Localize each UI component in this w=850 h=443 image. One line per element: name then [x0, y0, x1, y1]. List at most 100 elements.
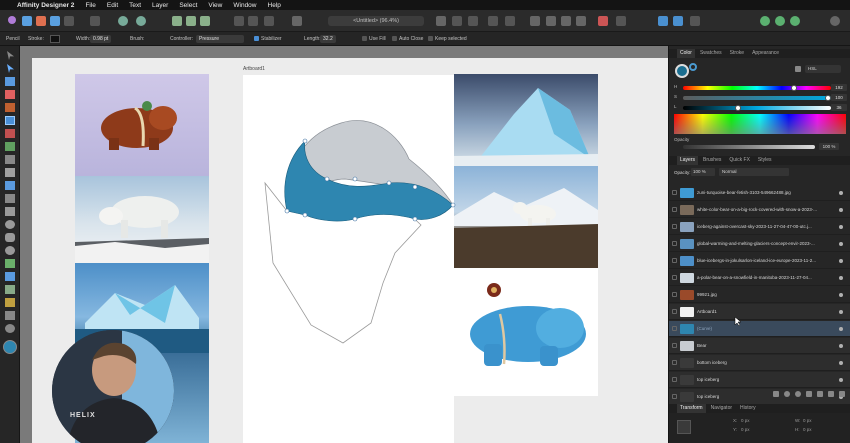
arrange-front-icon[interactable] [248, 16, 258, 26]
layer-checkbox[interactable] [672, 377, 677, 382]
layer-checkbox[interactable] [672, 258, 677, 263]
delete-layer-icon[interactable] [839, 391, 845, 397]
layer-row[interactable]: global-warming-and-melting-glaciers-conc… [669, 236, 850, 252]
place-image-tool-icon[interactable] [5, 168, 15, 177]
tab-color[interactable]: Color [677, 49, 695, 58]
layer-visibility-dot[interactable] [839, 276, 843, 280]
layer-checkbox[interactable] [672, 326, 677, 331]
move-tool-icon[interactable] [7, 51, 14, 60]
h-value[interactable]: 0 px [803, 427, 812, 432]
layer-visibility-dot[interactable] [839, 191, 843, 195]
controller-select[interactable]: Pressure [196, 35, 244, 43]
photo-polar-bear-snow[interactable] [75, 176, 209, 263]
layer-checkbox[interactable] [672, 292, 677, 297]
stroke-color-swatch[interactable] [50, 35, 60, 43]
quick-color-icon[interactable] [775, 16, 785, 26]
divide-icon[interactable] [598, 16, 608, 26]
layer-row[interactable]: iceberg-against-overcast-sky-2023-11-27-… [669, 219, 850, 235]
menu-app-name[interactable]: Affinity Designer 2 [17, 2, 74, 9]
align-right-icon[interactable] [200, 16, 210, 26]
rotate-left-icon[interactable] [452, 16, 462, 26]
x-value[interactable]: 0 px [741, 418, 750, 423]
mask-icon[interactable] [784, 391, 790, 397]
layer-row[interactable]: white-color-bear-on-a-big-rock-covered-w… [669, 202, 850, 218]
layer-row[interactable]: zuni-turquoise-bear-fetish-3103-54966248… [669, 185, 850, 201]
tab-history[interactable]: History [737, 404, 759, 413]
anchor-selector[interactable] [677, 420, 691, 434]
fx-icon[interactable] [806, 391, 812, 397]
layer-checkbox[interactable] [672, 190, 677, 195]
tab-swatches[interactable]: Swatches [697, 49, 725, 58]
layer-checkbox[interactable] [672, 309, 677, 314]
node-tool-icon[interactable] [7, 64, 14, 73]
y-value[interactable]: 0 px [741, 427, 750, 432]
fill-color-swatch[interactable] [3, 340, 17, 354]
layer-visibility-dot[interactable] [839, 327, 843, 331]
affinity-suite-icon[interactable] [8, 16, 16, 24]
rectangle-tool-icon[interactable] [5, 207, 15, 216]
snapping-options-icon[interactable] [136, 16, 146, 26]
saturation-value[interactable]: 100 [831, 94, 847, 101]
w-value[interactable]: 0 px [803, 418, 812, 423]
layer-checkbox[interactable] [672, 207, 677, 212]
rounded-rectangle-tool-icon[interactable] [5, 233, 15, 242]
stabilizer-checkbox[interactable] [254, 36, 259, 42]
layer-visibility-dot[interactable] [839, 242, 843, 246]
xor-icon[interactable] [576, 16, 586, 26]
hue-value[interactable]: 192 [831, 84, 847, 91]
align-left-icon[interactable] [172, 16, 182, 26]
layer-visibility-dot[interactable] [839, 259, 843, 263]
use-fill-toggle[interactable]: Use Fill [362, 36, 386, 42]
intersect-icon[interactable] [561, 16, 571, 26]
text-tool-icon[interactable] [5, 259, 15, 268]
layer-visibility-dot[interactable] [839, 344, 843, 348]
menu-view[interactable]: View [208, 2, 222, 9]
tab-layers[interactable]: Layers [677, 156, 699, 165]
frame-text-tool-icon[interactable] [5, 272, 15, 281]
document-tab[interactable]: <Untitled> (96.4%) [328, 16, 424, 26]
layer-opacity-value[interactable]: 100 % [691, 168, 715, 176]
color-spectrum[interactable] [674, 114, 846, 134]
user-icon[interactable] [830, 16, 840, 26]
layer-row[interactable]: Artboard1 [669, 304, 850, 320]
photo-red-bear-fetish[interactable] [75, 74, 209, 176]
menu-edit[interactable]: Edit [107, 2, 118, 9]
layer-row[interactable]: blue-icebergs-in-jokulsarlon-iceland-ice… [669, 253, 850, 269]
artboard-tool-icon[interactable] [5, 77, 15, 86]
layer-row[interactable]: top iceberg [669, 372, 850, 388]
color-mode-select[interactable]: HSL [805, 65, 841, 73]
share-icon[interactable] [90, 16, 100, 26]
layer-checkbox[interactable] [672, 360, 677, 365]
table-tool-icon[interactable] [5, 285, 15, 294]
tab-quick-fx[interactable]: Quick FX [726, 156, 753, 165]
stroke-color-well[interactable] [689, 63, 697, 71]
slice-tool-icon[interactable] [5, 298, 15, 307]
zoom-tool-icon[interactable] [5, 324, 15, 333]
keep-selected-toggle[interactable]: Keep selected [428, 36, 467, 42]
tab-appearance[interactable]: Appearance [749, 49, 782, 58]
fill-tool-icon[interactable] [5, 142, 15, 151]
menu-window[interactable]: Window [233, 2, 256, 9]
insert-inside-icon[interactable] [436, 16, 446, 26]
auto-close-toggle[interactable]: Auto Close [392, 36, 423, 42]
transparency-tool-icon[interactable] [5, 155, 15, 164]
opacity-value[interactable]: 100 % [819, 143, 839, 150]
use-fill-checkbox[interactable] [362, 36, 367, 42]
studio-presets-icon[interactable] [760, 16, 770, 26]
layer-checkbox[interactable] [672, 343, 677, 348]
export-persona-icon[interactable] [50, 16, 60, 26]
lightness-slider-knob[interactable] [735, 105, 741, 111]
lightness-value[interactable]: 36 [831, 104, 847, 111]
ellipse-tool-icon[interactable] [5, 220, 15, 229]
tab-stroke[interactable]: Stroke [727, 49, 747, 58]
layer-visibility-dot[interactable] [839, 208, 843, 212]
add-icon[interactable] [530, 16, 540, 26]
photo-turquoise-bear-fetish[interactable] [454, 268, 598, 396]
flip-horizontal-icon[interactable] [488, 16, 498, 26]
view-tool-icon[interactable] [5, 311, 15, 320]
hue-slider[interactable] [683, 85, 831, 91]
layer-visibility-dot[interactable] [839, 378, 843, 382]
blend-mode-select[interactable]: Normal [719, 168, 789, 176]
menu-help[interactable]: Help [268, 2, 281, 9]
pixel-persona-icon[interactable] [36, 16, 46, 26]
